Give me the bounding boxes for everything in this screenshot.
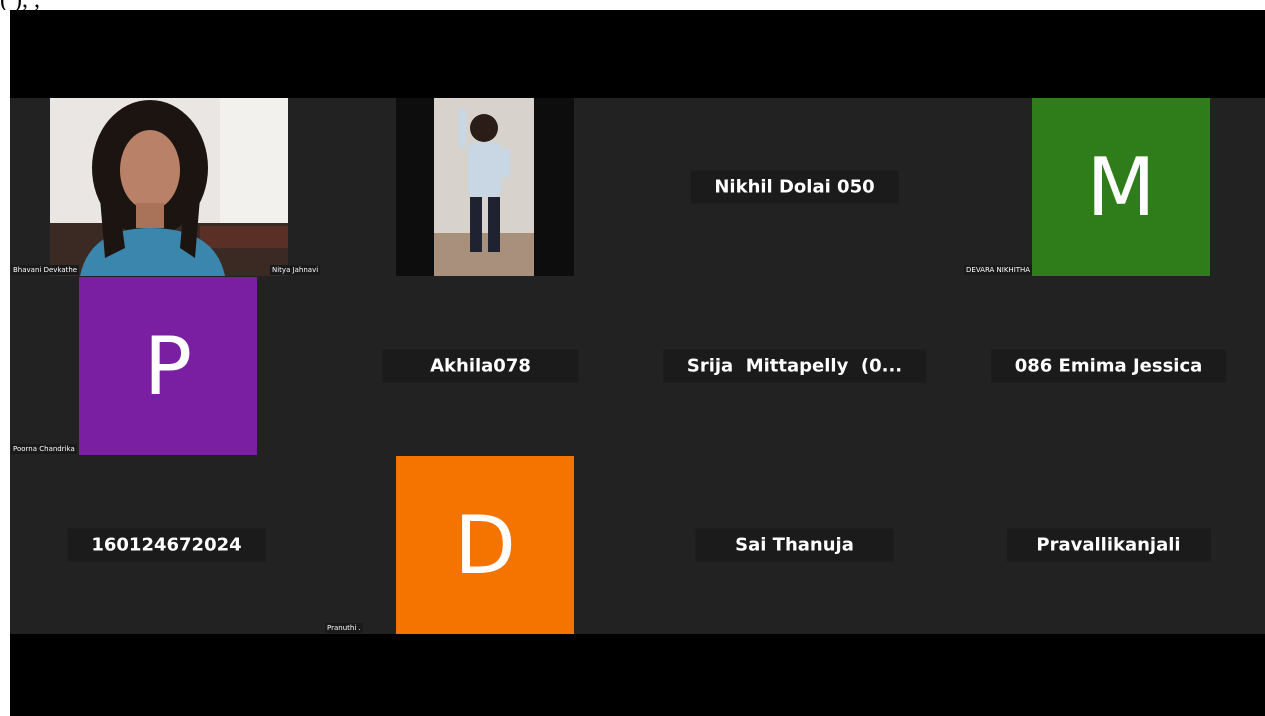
participant-avatar: D: [396, 456, 574, 634]
participant-tile-emima[interactable]: 086 Emima Jessica: [952, 277, 1265, 455]
participant-tile-nitya[interactable]: Nitya Jahnavi: [270, 98, 637, 276]
participant-avatar: M: [1032, 98, 1210, 276]
participant-tile-nikhil[interactable]: Nikhil Dolai 050: [638, 98, 951, 276]
participant-tile-pranuthi[interactable]: D Pranuthi .: [324, 456, 637, 634]
top-caption-text: ( ), ,: [0, 0, 1265, 10]
participant-video: [50, 98, 288, 276]
participant-video: [396, 98, 574, 276]
participant-tile-devara[interactable]: M DEVARA NIKHITHA: [952, 98, 1265, 276]
participant-name-label: Poorna Chandrika: [11, 444, 77, 454]
participant-name: 160124672024: [67, 528, 266, 562]
participant-name-label: DEVARA NIKHITHA: [964, 265, 1033, 275]
participant-tile-pravallikanjali[interactable]: Pravallikanjali: [952, 456, 1265, 634]
participant-tile-160124672024[interactable]: 160124672024: [10, 456, 323, 634]
participant-tile-sai-thanuja[interactable]: Sai Thanuja: [638, 456, 951, 634]
participant-name: Akhila078: [382, 349, 579, 383]
participant-name: Sai Thanuja: [695, 528, 894, 562]
participant-name-label: Bhavani Devkathe: [11, 265, 80, 275]
participant-name: Nikhil Dolai 050: [690, 170, 899, 204]
meeting-window: Bhavani Devkathe Nitya Jahnavi Nikhil Do…: [10, 10, 1265, 716]
profile-photo-image: [396, 98, 574, 276]
participant-tile-poorna[interactable]: P Poorna Chandrika: [10, 277, 323, 455]
participant-name-label: Nitya Jahnavi: [270, 265, 321, 275]
participant-name-label: Pranuthi .: [325, 623, 363, 633]
gallery-view: Bhavani Devkathe Nitya Jahnavi Nikhil Do…: [10, 98, 1265, 634]
webcam-feed-image: [50, 98, 288, 276]
participant-tile-bhavani[interactable]: Bhavani Devkathe: [10, 98, 323, 276]
participant-avatar: P: [79, 277, 257, 455]
participant-tile-srija[interactable]: Srija Mittapelly (0...: [638, 277, 951, 455]
participant-name: 086 Emima Jessica: [990, 349, 1227, 383]
participant-name: Pravallikanjali: [1006, 528, 1211, 562]
participant-name: Srija Mittapelly (0...: [662, 349, 927, 383]
participant-tile-akhila[interactable]: Akhila078: [324, 277, 637, 455]
